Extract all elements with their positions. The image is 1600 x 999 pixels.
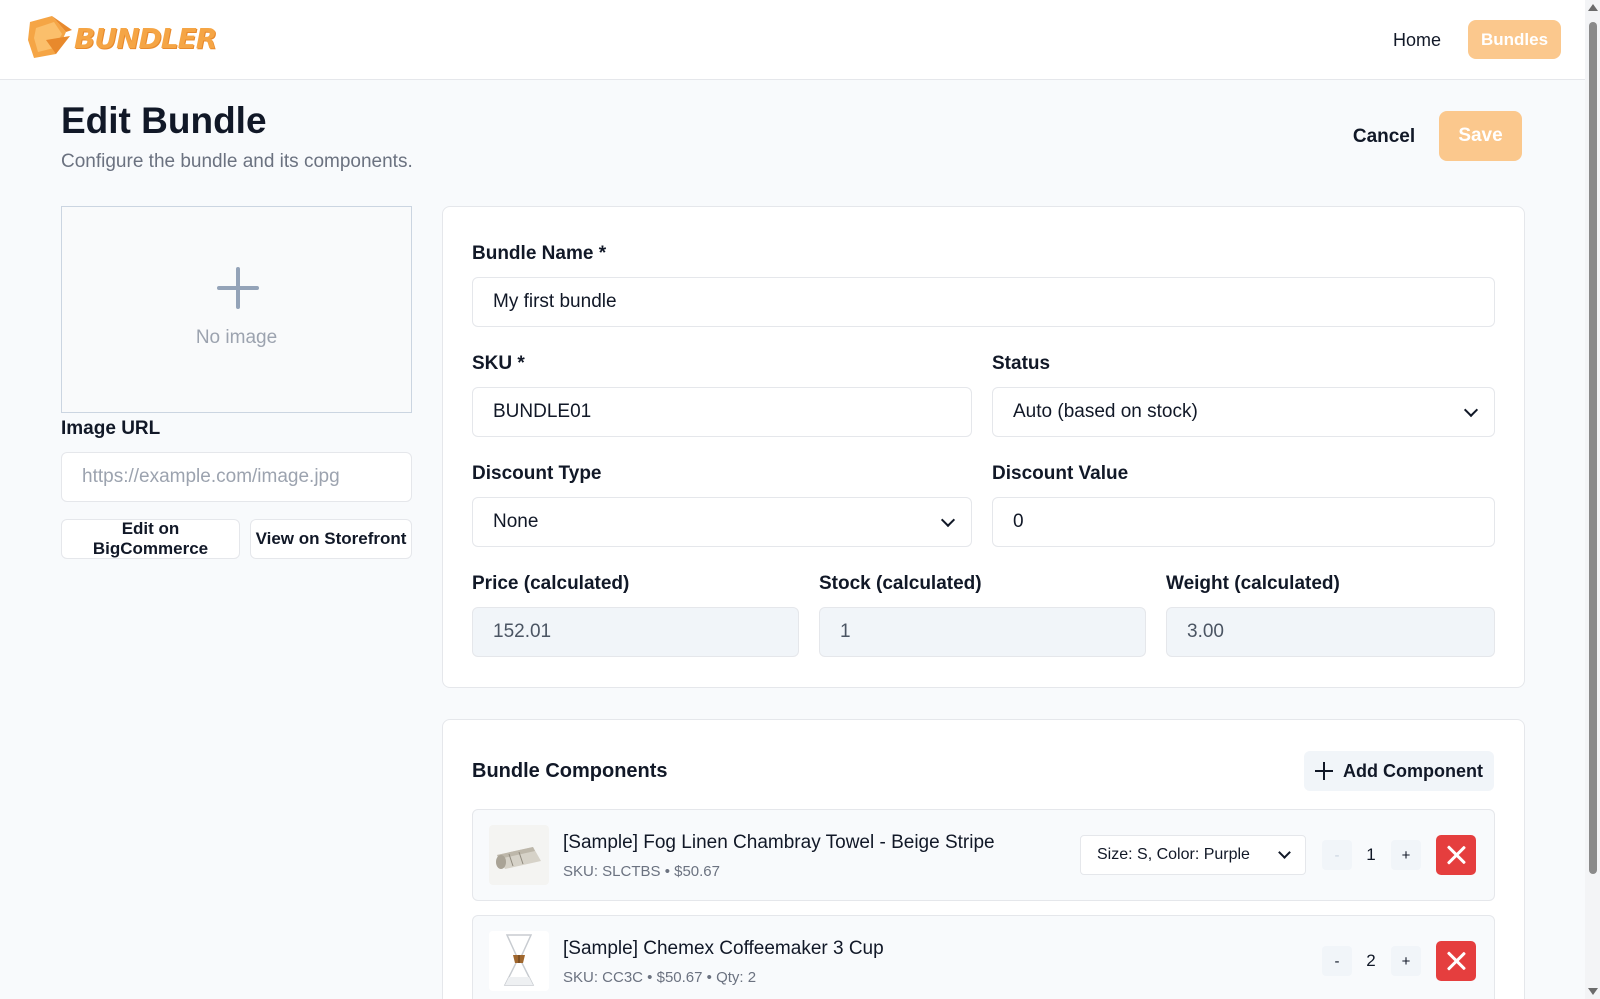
qty-value: 1 [1366, 845, 1376, 864]
plus-icon [217, 267, 259, 309]
component-meta: SKU: SLCTBS • $50.67 [563, 863, 720, 880]
chevron-down-icon [1278, 846, 1291, 859]
variant-select[interactable]: Size: S, Color: Purple [1080, 835, 1306, 875]
weight-field: 3.00 [1166, 607, 1495, 657]
image-url-input[interactable]: https://example.com/image.jpg [61, 452, 412, 502]
qty-increase-button[interactable]: + [1391, 946, 1421, 976]
bundle-name-label: Bundle Name * [472, 243, 607, 264]
price-label: Price (calculated) [472, 573, 630, 594]
scrollbar-thumb[interactable] [1589, 22, 1597, 874]
qty-decrease-button[interactable]: - [1322, 946, 1352, 976]
bundle-name-input[interactable]: My first bundle [472, 277, 1495, 327]
component-name: [Sample] Fog Linen Chambray Towel - Beig… [563, 832, 995, 853]
top-navbar: BUNDLER Home Bundles [0, 0, 1600, 80]
page-title: Edit Bundle [61, 100, 267, 141]
stock-field: 1 [819, 607, 1146, 657]
nav-bundles-button[interactable]: Bundles [1468, 20, 1561, 59]
stock-label: Stock (calculated) [819, 573, 982, 594]
save-button[interactable]: Save [1439, 111, 1522, 161]
product-thumbnail-chemex [489, 931, 549, 991]
plus-icon [1315, 762, 1333, 780]
chevron-down-icon [940, 512, 956, 527]
component-name: [Sample] Chemex Coffeemaker 3 Cup [563, 938, 884, 959]
discount-type-select[interactable]: None [472, 497, 972, 547]
towel-image-icon [489, 825, 549, 885]
remove-component-button[interactable] [1436, 835, 1476, 875]
scroll-down-arrow-icon[interactable] [1588, 988, 1598, 995]
bundler-logo[interactable]: BUNDLER [26, 14, 217, 62]
discount-value-label: Discount Value [992, 463, 1129, 484]
discount-type-value: None [493, 511, 539, 532]
status-select[interactable]: Auto (based on stock) [992, 387, 1495, 437]
qty-increase-button[interactable]: + [1391, 840, 1421, 870]
components-title: Bundle Components [472, 760, 668, 782]
nav-home-link[interactable]: Home [1393, 30, 1441, 51]
view-on-storefront-button[interactable]: View on Storefront [250, 519, 412, 559]
logo-text: BUNDLER [74, 21, 217, 55]
edit-on-bigcommerce-button[interactable]: Edit on BigCommerce [61, 519, 240, 559]
remove-component-button[interactable] [1436, 941, 1476, 981]
status-label: Status [992, 353, 1051, 374]
sku-input[interactable]: BUNDLE01 [472, 387, 972, 437]
image-upload-box[interactable]: No image [61, 206, 412, 413]
product-thumbnail-towel [489, 825, 549, 885]
add-component-button[interactable]: Add Component [1304, 751, 1494, 791]
component-meta: SKU: CC3C • $50.67 • Qty: 2 [563, 969, 757, 986]
no-image-text: No image [195, 327, 278, 348]
add-component-label: Add Component [1343, 760, 1483, 781]
chevron-down-icon [1463, 402, 1479, 417]
component-row: [Sample] Chemex Coffeemaker 3 Cup SKU: C… [472, 915, 1495, 999]
image-url-label: Image URL [61, 418, 161, 439]
scroll-up-arrow-icon[interactable] [1588, 4, 1598, 11]
variant-select-value: Size: S, Color: Purple [1097, 846, 1250, 863]
cancel-button[interactable]: Cancel [1330, 114, 1438, 160]
status-select-value: Auto (based on stock) [1013, 401, 1198, 422]
qty-decrease-button[interactable]: - [1322, 840, 1352, 870]
chemex-image-icon [489, 931, 549, 991]
price-field: 152.01 [472, 607, 799, 657]
page-subtitle: Configure the bundle and its components. [61, 151, 413, 172]
bundler-logo-icon [28, 16, 72, 58]
weight-label: Weight (calculated) [1166, 573, 1340, 594]
qty-value: 2 [1366, 951, 1376, 970]
discount-value-input[interactable]: 0 [992, 497, 1495, 547]
page-scrollbar[interactable] [1585, 0, 1600, 999]
component-row: [Sample] Fog Linen Chambray Towel - Beig… [472, 809, 1495, 901]
discount-type-label: Discount Type [472, 463, 602, 484]
sku-label: SKU * [472, 353, 525, 374]
